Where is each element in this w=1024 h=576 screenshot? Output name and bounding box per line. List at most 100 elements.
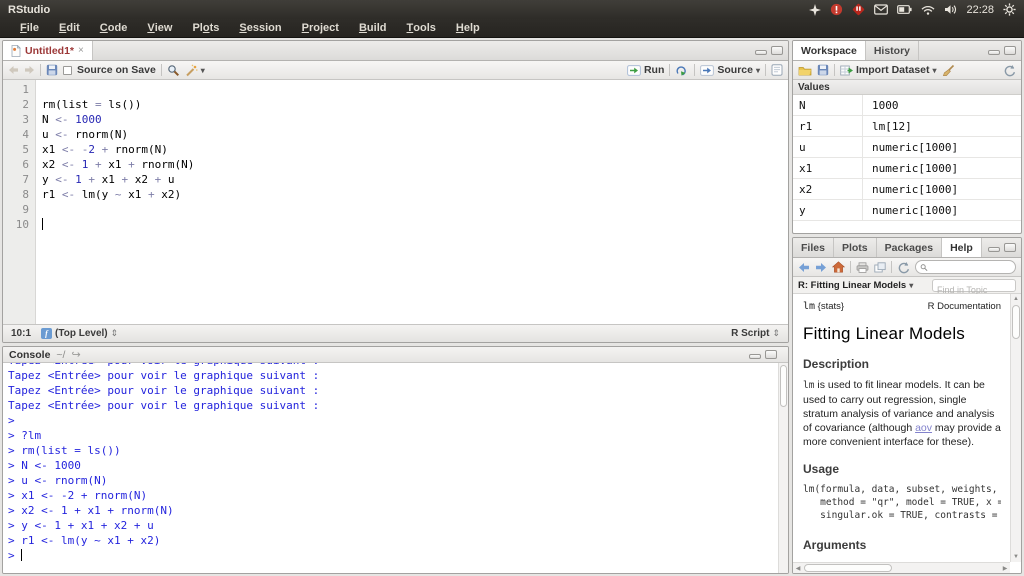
menu-project[interactable]: Project xyxy=(292,19,349,38)
help-topic-selector[interactable]: R: Fitting Linear Models ▾ xyxy=(798,280,913,291)
console-line: > ?lm xyxy=(8,428,788,443)
help-hscroll-thumb[interactable] xyxy=(804,564,892,572)
scope-selector[interactable]: f (Top Level) ⇕ xyxy=(41,328,118,339)
minimize-pane-icon[interactable] xyxy=(988,50,1000,55)
menu-tools[interactable]: Tools xyxy=(397,19,446,38)
close-tab-icon[interactable]: × xyxy=(78,45,84,56)
table-row[interactable]: x1numeric[1000] xyxy=(793,158,1021,179)
source-on-save-checkbox[interactable] xyxy=(63,66,72,75)
print-icon[interactable] xyxy=(856,262,869,273)
minimize-pane-icon[interactable] xyxy=(749,354,761,359)
back-icon[interactable] xyxy=(8,65,19,75)
battery-icon[interactable] xyxy=(897,5,912,14)
wifi-icon[interactable] xyxy=(921,5,935,15)
goto-directory-icon[interactable]: ↪ xyxy=(71,348,80,361)
tab-packages[interactable]: Packages xyxy=(877,238,942,257)
code-tools-button[interactable]: ▾ xyxy=(185,64,205,77)
filetype-selector[interactable]: R Script ⇕ xyxy=(731,328,780,339)
console-window-buttons xyxy=(749,350,782,359)
menu-help[interactable]: Help xyxy=(446,19,490,38)
tab-plots[interactable]: Plots xyxy=(834,238,877,257)
scroll-up-icon[interactable]: ▲ xyxy=(1011,294,1021,304)
help-search-input[interactable] xyxy=(931,262,1011,272)
console-scrollbar-thumb[interactable] xyxy=(780,365,787,407)
maximize-pane-icon[interactable] xyxy=(1004,46,1016,55)
tab-workspace[interactable]: Workspace xyxy=(793,41,866,60)
gear-icon[interactable] xyxy=(1003,3,1016,16)
console-output[interactable]: Tapez <Entrée> pour voir le graphique su… xyxy=(3,363,788,573)
home-icon[interactable] xyxy=(832,261,845,273)
scope-label: (Top Level) xyxy=(55,328,108,339)
menu-session[interactable]: Session xyxy=(229,19,291,38)
forward-icon[interactable] xyxy=(24,65,35,75)
run-button[interactable]: Run xyxy=(627,64,664,76)
save-workspace-icon[interactable] xyxy=(817,64,829,76)
menu-file[interactable]: File xyxy=(10,19,49,38)
aov-link[interactable]: aov xyxy=(915,422,932,434)
source-button[interactable]: Source ▾ xyxy=(700,64,760,76)
alert-badge-icon[interactable] xyxy=(830,3,843,16)
scroll-down-icon[interactable]: ▼ xyxy=(1011,552,1021,562)
open-in-window-icon[interactable] xyxy=(874,262,886,273)
maximize-pane-icon[interactable] xyxy=(1004,243,1016,252)
console-line: > x1 <- -2 + rnorm(N) xyxy=(8,488,788,503)
menu-view[interactable]: View xyxy=(137,19,182,38)
tab-history[interactable]: History xyxy=(866,41,919,60)
help-search-box[interactable] xyxy=(915,260,1016,274)
alert-badge2-icon[interactable] xyxy=(852,3,865,16)
help-horizontal-scrollbar[interactable]: ◀ ▶ xyxy=(793,562,1010,573)
scroll-left-icon[interactable]: ◀ xyxy=(793,563,803,573)
mail-icon[interactable] xyxy=(874,4,888,15)
maximize-pane-icon[interactable] xyxy=(771,46,783,55)
console-line: > y <- 1 + x1 + x2 + u xyxy=(8,518,788,533)
menu-edit[interactable]: Edit xyxy=(49,19,90,38)
caret-down-icon: ▾ xyxy=(756,66,760,75)
table-row[interactable]: unumeric[1000] xyxy=(793,137,1021,158)
tab-untitled1[interactable]: Untitled1* × xyxy=(3,41,93,60)
menu-code[interactable]: Code xyxy=(90,19,138,38)
code-editor[interactable]: 12345678910 rm(list = ls())N <- 1000u <-… xyxy=(3,80,788,324)
help-refresh-icon[interactable] xyxy=(897,261,910,274)
help-forward-icon[interactable] xyxy=(815,262,827,273)
indicator-star-icon[interactable] xyxy=(809,4,821,16)
refresh-icon[interactable] xyxy=(1003,64,1016,77)
code-line xyxy=(42,202,788,217)
search-icon xyxy=(920,263,928,272)
scroll-right-icon[interactable]: ▶ xyxy=(1000,563,1010,573)
table-row[interactable]: r1lm[12] xyxy=(793,116,1021,137)
maximize-pane-icon[interactable] xyxy=(765,350,777,359)
value-name: N xyxy=(793,95,863,115)
find-icon[interactable] xyxy=(167,64,180,77)
help-vertical-scrollbar[interactable]: ▲ ▼ xyxy=(1010,294,1021,562)
clock[interactable]: 22:28 xyxy=(966,4,994,16)
open-workspace-icon[interactable] xyxy=(798,65,812,76)
volume-icon[interactable] xyxy=(944,4,957,15)
help-back-icon[interactable] xyxy=(798,262,810,273)
rerun-icon[interactable] xyxy=(675,65,689,76)
code-line: u <- rnorm(N) xyxy=(42,127,788,142)
find-in-topic-box[interactable] xyxy=(932,279,1016,292)
tab-help[interactable]: Help xyxy=(942,238,982,257)
menu-build[interactable]: Build xyxy=(349,19,397,38)
line-number: 9 xyxy=(3,202,29,217)
compile-notebook-icon[interactable] xyxy=(771,64,783,76)
console-line: > x2 <- 1 + x1 + rnorm(N) xyxy=(8,503,788,518)
code-line: N <- 1000 xyxy=(42,112,788,127)
save-icon[interactable] xyxy=(46,64,58,76)
help-vscroll-thumb[interactable] xyxy=(1012,305,1020,339)
table-row[interactable]: x2numeric[1000] xyxy=(793,179,1021,200)
clear-workspace-icon[interactable] xyxy=(942,64,955,77)
table-row[interactable]: N1000 xyxy=(793,95,1021,116)
code-lines[interactable]: rm(list = ls())N <- 1000u <- rnorm(N)x1 … xyxy=(36,80,788,324)
minimize-pane-icon[interactable] xyxy=(755,50,767,55)
table-row[interactable]: ynumeric[1000] xyxy=(793,200,1021,221)
code-line: y <- 1 + x1 + x2 + u xyxy=(42,172,788,187)
r-script-file-icon xyxy=(11,45,21,57)
console-line: > xyxy=(8,548,788,563)
import-dataset-button[interactable]: Import Dataset ▾ xyxy=(840,64,937,76)
minimize-pane-icon[interactable] xyxy=(988,247,1000,252)
console-scrollbar[interactable] xyxy=(778,363,788,573)
menu-bar-items: FileEditCodeViewPlotsSessionProjectBuild… xyxy=(10,19,490,38)
menu-plots[interactable]: Plots xyxy=(182,19,229,38)
tab-files[interactable]: Files xyxy=(793,238,834,257)
